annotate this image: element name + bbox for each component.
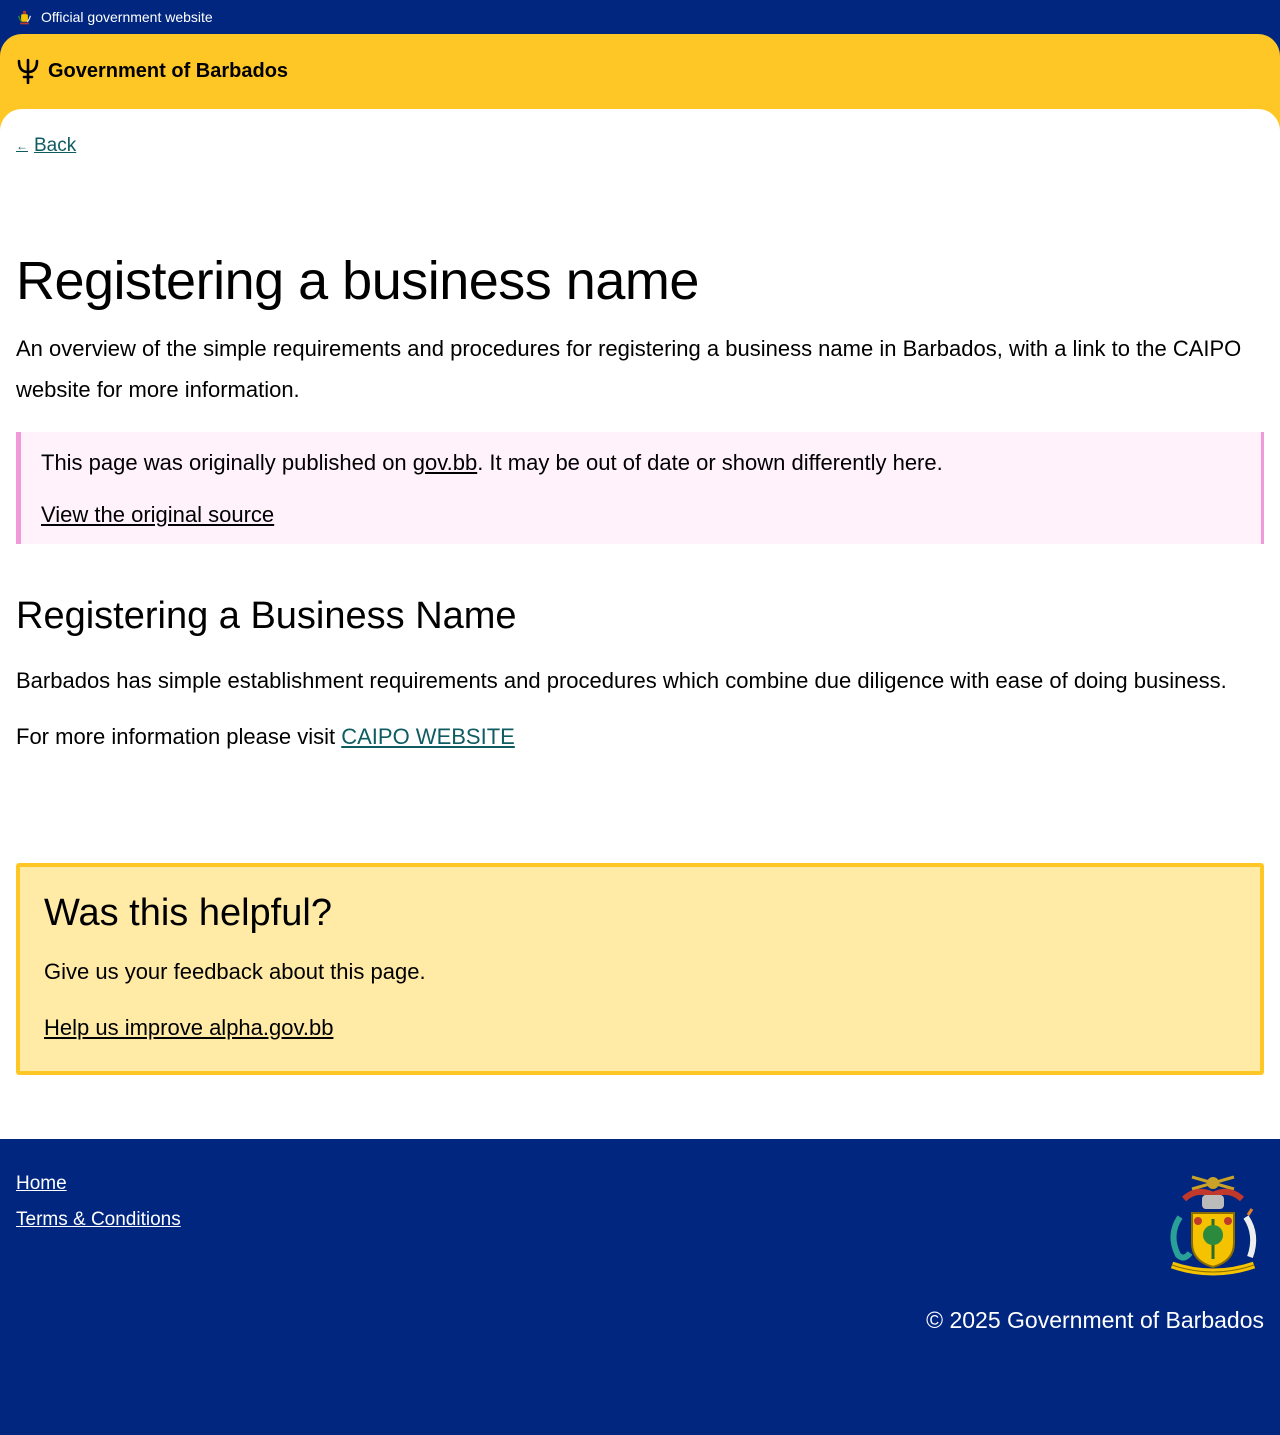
more-info-prefix: For more information please visit [16,724,342,750]
feedback-text: Give us your feedback about this page. [44,958,426,984]
main-content: ← Back Registering a business name An ov… [0,109,1280,1139]
arrow-left-icon: ← [16,139,28,153]
page-title: Registering a business name [16,251,699,311]
copyright-text: © 2025 Government of Barbados [926,1306,1264,1333]
back-link-label: Back [34,135,77,156]
page-lead: An overview of the simple requirements a… [16,335,1242,402]
back-link[interactable]: ← Back [16,135,76,157]
site-footer: Home Terms & Conditions © 2025 Governmen… [0,1138,1280,1375]
notice-text: This page was originally published on go… [41,446,1241,480]
notice-prefix: This page was originally published on [41,449,413,475]
brand-name: Government of Barbados [48,59,289,82]
notice-suffix: . It may be out of date or shown differe… [477,449,943,475]
gov-bb-link[interactable]: gov.bb [413,450,477,475]
section-heading: Registering a Business Name [16,594,517,637]
coat-of-arms-icon [17,10,32,24]
footer-link-terms[interactable]: Terms & Conditions [16,1209,1264,1231]
feedback-title: Was this helpful? [44,892,332,935]
feedback-box: Was this helpful? Give us your feedback … [16,863,1264,1075]
feedback-link[interactable]: Help us improve alpha.gov.bb [44,1015,333,1041]
original-source-notice: This page was originally published on go… [16,431,1264,544]
trident-icon [17,58,39,84]
section-paragraph: Barbados has simple establishment requir… [16,668,1227,694]
official-banner: Official government website [0,0,1280,34]
footer-link-home[interactable]: Home [16,1173,1264,1195]
official-banner-label: Official government website [41,9,213,25]
brand-link[interactable]: Government of Barbados [16,58,288,84]
more-info-text: For more information please visit CAIPO … [16,717,1264,757]
view-original-source-link[interactable]: View the original source [41,502,274,528]
coat-of-arms-icon [1170,1175,1257,1276]
caipo-website-link[interactable]: CAIPO WEBSITE [341,724,515,749]
